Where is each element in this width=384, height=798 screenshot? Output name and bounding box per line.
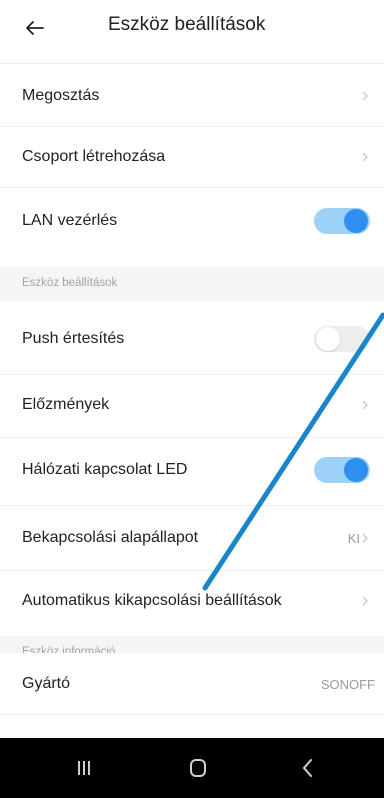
row-label: Előzmények xyxy=(22,396,110,413)
row-value: KI xyxy=(347,530,360,546)
back-button[interactable] xyxy=(20,13,50,43)
recent-apps-icon xyxy=(78,761,90,775)
row-manufacturer: Gyártó SONOFF xyxy=(0,653,384,715)
row-label: Csoport létrehozása xyxy=(22,148,166,165)
divider xyxy=(0,505,384,506)
back-nav-button[interactable] xyxy=(288,752,328,784)
chevron-right-icon xyxy=(362,596,368,606)
row-label: Gyártó xyxy=(22,675,71,692)
row-label: Push értesítés xyxy=(22,330,125,347)
row-power-on-state[interactable]: Bekapcsolási alapállapot KI xyxy=(0,508,384,568)
toggle-knob xyxy=(344,458,368,482)
row-label: Megosztás xyxy=(22,87,100,104)
row-auto-off-settings[interactable]: Automatikus kikapcsolási beállítások xyxy=(0,571,384,631)
chevron-right-icon xyxy=(362,533,368,543)
divider xyxy=(0,714,384,715)
recent-apps-button[interactable] xyxy=(64,752,104,784)
toggle-knob xyxy=(316,327,340,351)
chevron-right-icon xyxy=(362,400,368,410)
row-share[interactable]: Megosztás xyxy=(0,66,384,126)
row-push-notification: Push értesítés xyxy=(0,309,384,369)
push-notification-toggle[interactable] xyxy=(314,326,370,352)
network-led-toggle[interactable] xyxy=(314,457,370,483)
header-divider xyxy=(0,63,384,64)
lan-control-toggle[interactable] xyxy=(314,208,370,234)
chevron-right-icon xyxy=(362,91,368,101)
app-header: Eszköz beállítások xyxy=(0,0,384,55)
row-label: Bekapcsolási alapállapot xyxy=(22,529,199,546)
section-title: Eszköz beállítások xyxy=(22,277,118,289)
back-icon xyxy=(302,759,312,777)
row-label: Automatikus kikapcsolási beállítások xyxy=(22,592,282,609)
row-network-led: Hálózati kapcsolat LED xyxy=(0,440,384,500)
row-label: Hálózati kapcsolat LED xyxy=(22,461,188,478)
divider xyxy=(0,437,384,438)
arrow-left-icon xyxy=(26,21,44,35)
section-header-device-settings: Eszköz beállítások xyxy=(0,267,384,301)
toggle-knob xyxy=(344,209,368,233)
row-lan-control: LAN vezérlés xyxy=(0,191,384,251)
divider xyxy=(0,187,384,188)
system-navigation-bar xyxy=(0,738,384,798)
home-icon xyxy=(190,759,206,777)
row-value: SONOFF xyxy=(320,676,375,692)
chevron-right-icon xyxy=(362,152,368,162)
row-history[interactable]: Előzmények xyxy=(0,375,384,435)
page-title: Eszköz beállítások xyxy=(108,14,266,35)
row-label: LAN vezérlés xyxy=(22,212,118,229)
home-button[interactable] xyxy=(178,752,218,784)
row-create-group[interactable]: Csoport létrehozása xyxy=(0,127,384,187)
